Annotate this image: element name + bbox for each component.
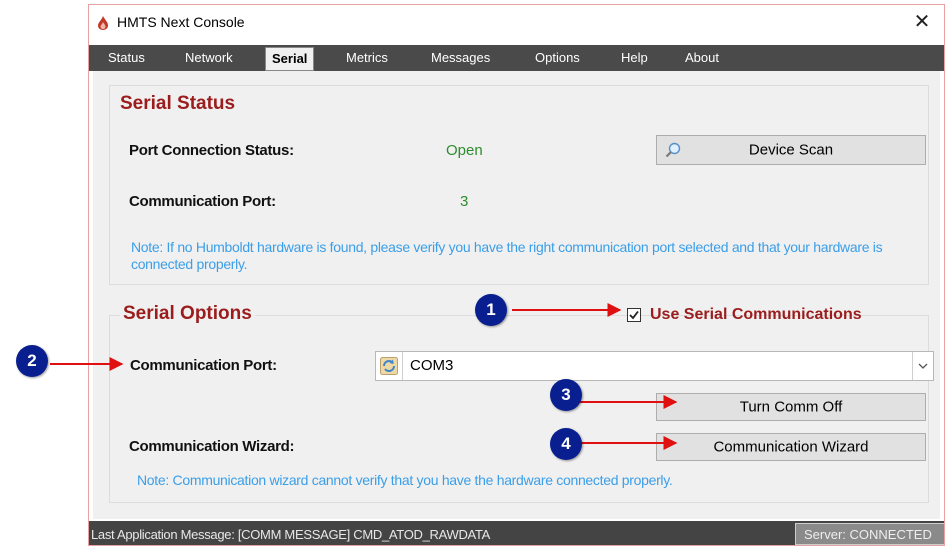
callout-3: 3 [550, 379, 582, 411]
callout-2: 2 [16, 345, 48, 377]
annotation-arrows [50, 303, 678, 450]
callout-1: 1 [475, 294, 507, 326]
callout-4: 4 [550, 428, 582, 460]
